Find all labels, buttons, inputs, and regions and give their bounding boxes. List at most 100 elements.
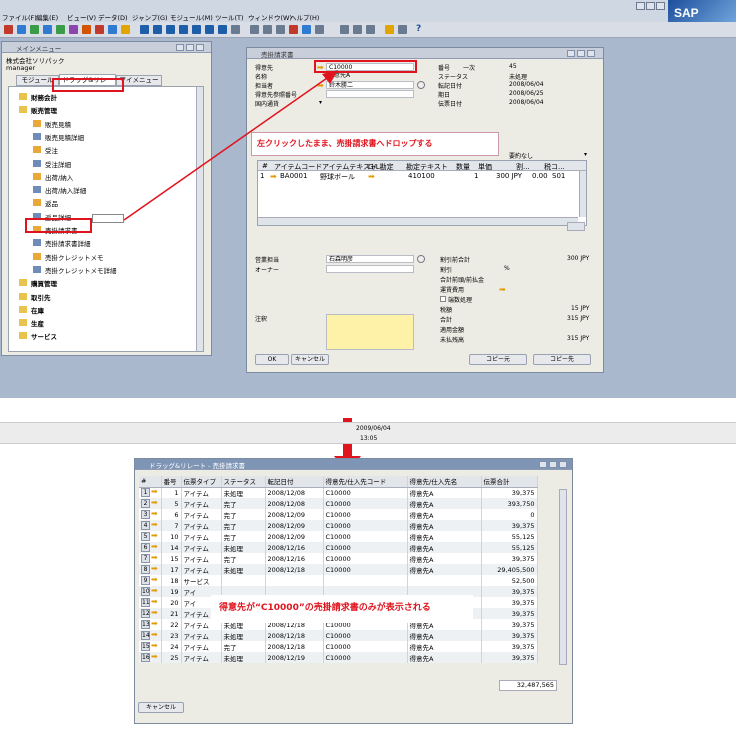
row-number[interactable]: 3 <box>141 510 150 519</box>
row-header-cell[interactable]: 6 ➡ <box>139 542 162 553</box>
row-header-cell[interactable]: 1 ➡ <box>139 487 162 498</box>
row-number[interactable]: 14 <box>141 631 150 640</box>
table-cell-name: 得意先A <box>407 564 482 575</box>
window-max-button[interactable] <box>549 461 557 468</box>
row-number[interactable]: 9 <box>141 576 150 585</box>
row-header-cell[interactable]: 2 ➡ <box>139 498 162 509</box>
table-row[interactable]: 8 ➡ 17 アイテム 未処理 2008/12/18 C10000 得意先A 29,405,50… <box>139 564 538 575</box>
row-number[interactable]: 11 <box>141 598 150 607</box>
table-cell-status: 未処理 <box>221 564 266 575</box>
table-cell-type: アイテム <box>181 487 222 498</box>
table-cell-status: 完了 <box>221 641 266 652</box>
row-number[interactable]: 10 <box>141 587 150 596</box>
link-arrow-icon[interactable]: ➡ <box>151 554 158 562</box>
table-cell-num: 21 <box>161 608 182 619</box>
table-cell-total: 39,375 <box>481 520 538 531</box>
table-cell-name: 得意先A <box>407 542 482 553</box>
row-header-cell[interactable]: 13➡ <box>139 619 162 630</box>
row-header-cell[interactable]: 11➡ <box>139 597 162 608</box>
table-cell-code: C10000 <box>323 531 408 542</box>
table-cell-status: 完了 <box>221 498 266 509</box>
link-arrow-icon[interactable]: ➡ <box>151 499 158 507</box>
row-header-cell[interactable]: 9 ➡ <box>139 575 162 586</box>
table-row[interactable]: 6 ➡ 14 アイテム 未処理 2008/12/16 C10000 得意先A 55,125 <box>139 542 538 553</box>
row-number[interactable]: 2 <box>141 499 150 508</box>
table-cell-date: 2008/12/08 <box>265 498 324 509</box>
link-arrow-icon[interactable]: ➡ <box>151 565 158 573</box>
grand-total: 32,487,565 <box>499 680 557 691</box>
table-cell-num: 25 <box>161 652 182 663</box>
table-cell-type: アイテム <box>181 520 222 531</box>
relate-window: ドラッグ&リレート - 売掛請求書 # 番号 伝票タイプ ステータス 転記日付 … <box>134 458 573 724</box>
table-cell-name: 得意先A <box>407 509 482 520</box>
link-arrow-icon[interactable]: ➡ <box>151 576 158 584</box>
row-header-cell[interactable]: 10➡ <box>139 586 162 597</box>
link-arrow-icon[interactable]: ➡ <box>151 587 158 595</box>
table-cell-name <box>407 575 482 586</box>
table-row[interactable]: 1 ➡ 1 アイテム 未処理 2008/12/08 C10000 得意先A 39,375 <box>139 487 538 498</box>
row-number[interactable]: 8 <box>141 565 150 574</box>
table-cell-name: 得意先A <box>407 498 482 509</box>
row-number[interactable]: 7 <box>141 554 150 563</box>
row-number[interactable]: 6 <box>141 543 150 552</box>
table-cell-total: 39,375 <box>481 608 538 619</box>
relate-scrollbar[interactable] <box>559 489 567 665</box>
row-number[interactable]: 16 <box>141 653 150 662</box>
table-row[interactable]: 2 ➡ 5 アイテム 完了 2008/12/08 C10000 得意先A 393,750 <box>139 498 538 509</box>
link-arrow-icon[interactable]: ➡ <box>151 642 158 650</box>
table-cell-code: C10000 <box>323 652 408 663</box>
table-cell-num: 6 <box>161 509 182 520</box>
link-arrow-icon[interactable]: ➡ <box>151 488 158 496</box>
table-cell-total: 0 <box>481 509 538 520</box>
link-arrow-icon[interactable]: ➡ <box>151 653 158 661</box>
row-header-cell[interactable]: 5 ➡ <box>139 531 162 542</box>
row-number[interactable]: 4 <box>141 521 150 530</box>
table-cell-code: C10000 <box>323 520 408 531</box>
table-cell-name: 得意先A <box>407 652 482 663</box>
link-arrow-icon[interactable]: ➡ <box>151 609 158 617</box>
link-arrow-icon[interactable]: ➡ <box>151 543 158 551</box>
row-number[interactable]: 15 <box>141 642 150 651</box>
table-row[interactable]: 5 ➡ 10 アイテム 完了 2008/12/09 C10000 得意先A 55,125 <box>139 531 538 542</box>
table-cell-status: 未処理 <box>221 652 266 663</box>
window-close-button[interactable] <box>559 461 567 468</box>
row-header-cell[interactable]: 4 ➡ <box>139 520 162 531</box>
link-arrow-icon[interactable]: ➡ <box>151 598 158 606</box>
row-header-cell[interactable]: 16➡ <box>139 652 162 663</box>
table-row[interactable]: 7 ➡ 15 アイテム 完了 2008/12/16 C10000 得意先A 39,375 <box>139 553 538 564</box>
row-header-cell[interactable]: 14➡ <box>139 630 162 641</box>
table-row[interactable]: 15➡ 24 アイテム 完了 2008/12/18 C10000 得意先A 39,375 <box>139 641 538 652</box>
relate-cancel-button[interactable]: キャンセル <box>138 702 184 713</box>
link-arrow-icon[interactable]: ➡ <box>151 521 158 529</box>
table-cell-code: C10000 <box>323 553 408 564</box>
table-row[interactable]: 4 ➡ 7 アイテム 完了 2008/12/09 C10000 得意先A 39,375 <box>139 520 538 531</box>
row-header-cell[interactable]: 8 ➡ <box>139 564 162 575</box>
table-row[interactable]: 16➡ 25 アイテム 未処理 2008/12/19 C10000 得意先A 39,375 <box>139 652 538 663</box>
table-row[interactable]: 9 ➡ 18 サービス 52,500 <box>139 575 538 586</box>
table-row[interactable]: 3 ➡ 6 アイテム 完了 2008/12/09 C10000 得意先A 0 <box>139 509 538 520</box>
table-cell-total: 55,125 <box>481 542 538 553</box>
row-number[interactable]: 13 <box>141 620 150 629</box>
window-min-button[interactable] <box>539 461 547 468</box>
row-number[interactable]: 5 <box>141 532 150 541</box>
table-cell-date: 2008/12/19 <box>265 652 324 663</box>
link-arrow-icon[interactable]: ➡ <box>151 532 158 540</box>
row-header-cell[interactable]: 12➡ <box>139 608 162 619</box>
link-arrow-icon[interactable]: ➡ <box>151 510 158 518</box>
table-row[interactable]: 14➡ 23 アイテム 未処理 2008/12/18 C10000 得意先A 39,375 <box>139 630 538 641</box>
row-number[interactable]: 12 <box>141 609 150 618</box>
table-cell-total: 39,375 <box>481 586 538 597</box>
link-arrow-icon[interactable]: ➡ <box>151 620 158 628</box>
row-header-cell[interactable]: 7 ➡ <box>139 553 162 564</box>
row-header-cell[interactable]: 15➡ <box>139 641 162 652</box>
table-cell-date: 2008/12/16 <box>265 553 324 564</box>
row-header-cell[interactable]: 3 ➡ <box>139 509 162 520</box>
table-cell-status <box>221 575 266 586</box>
row-number[interactable]: 1 <box>141 488 150 498</box>
link-arrow-icon[interactable]: ➡ <box>151 631 158 639</box>
table-cell-date: 2008/12/16 <box>265 542 324 553</box>
table-cell-name: 得意先A <box>407 520 482 531</box>
table-cell-num: 23 <box>161 630 182 641</box>
table-cell-date: 2008/12/18 <box>265 630 324 641</box>
status-strip: 2009/06/04 13:05 <box>0 422 736 444</box>
